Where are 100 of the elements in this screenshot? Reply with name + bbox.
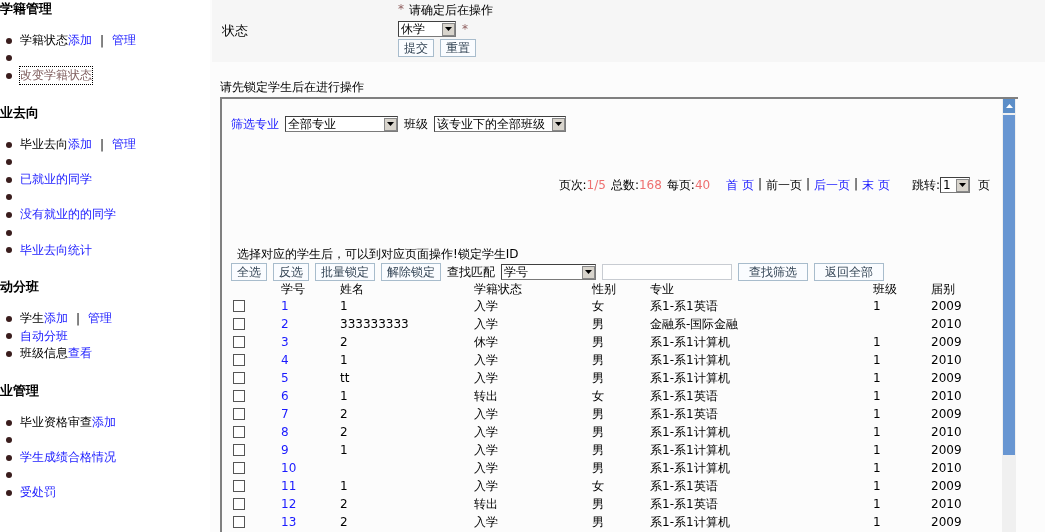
scroll-thumb[interactable] bbox=[1003, 115, 1015, 455]
menu-link[interactable]: 添加 bbox=[44, 310, 68, 328]
row-checkbox[interactable] bbox=[233, 480, 245, 492]
bullet-icon bbox=[6, 73, 12, 79]
match-dropdown[interactable]: 学号 bbox=[501, 264, 596, 280]
pager-link[interactable]: 首 页 bbox=[726, 176, 754, 194]
caret-icon bbox=[582, 265, 595, 279]
form-button[interactable]: 提交 bbox=[398, 39, 434, 57]
bullet-icon bbox=[6, 141, 12, 148]
row-checkbox[interactable] bbox=[233, 390, 245, 402]
bullet-icon bbox=[6, 350, 12, 357]
menu-link[interactable]: 管理 bbox=[112, 136, 137, 154]
table-cell: 2010 bbox=[931, 461, 962, 475]
pager-label: 页 bbox=[978, 176, 990, 194]
table-cell: 女 bbox=[592, 388, 604, 403]
menu-link[interactable]: 添加 bbox=[68, 136, 92, 154]
menu-link[interactable]: 改变学籍状态 bbox=[20, 67, 92, 85]
student-id-link[interactable]: 9 bbox=[281, 443, 289, 457]
table-cell: 入学 bbox=[474, 316, 498, 331]
filter-link[interactable]: 筛选专业 bbox=[231, 115, 279, 133]
student-id-link[interactable]: 11 bbox=[281, 479, 297, 493]
student-id-link[interactable]: 4 bbox=[281, 353, 289, 367]
bullet-icon bbox=[6, 194, 12, 201]
table-cell: 1 bbox=[873, 353, 881, 367]
table-cell: 2009 bbox=[931, 479, 962, 493]
row-checkbox[interactable] bbox=[233, 300, 245, 312]
student-id-link[interactable]: 10 bbox=[281, 461, 297, 475]
student-id-link[interactable]: 6 bbox=[281, 389, 289, 403]
column-header: 班级 bbox=[873, 281, 898, 298]
row-checkbox[interactable] bbox=[233, 498, 245, 510]
row-checkbox[interactable] bbox=[233, 516, 245, 528]
row-checkbox[interactable] bbox=[233, 426, 245, 438]
student-id-link[interactable]: 3 bbox=[281, 335, 289, 349]
search-field[interactable] bbox=[602, 264, 732, 280]
toolbar-button[interactable]: 解除锁定 bbox=[381, 263, 441, 281]
menu-link[interactable]: 受处罚 bbox=[20, 484, 56, 502]
student-id-link[interactable]: 1 bbox=[281, 299, 289, 313]
pager-link[interactable]: 后一页 bbox=[814, 176, 851, 194]
toolbar-button[interactable]: 批量锁定 bbox=[315, 263, 375, 281]
table-cell: 2010 bbox=[931, 425, 962, 439]
class-dropdown[interactable]: 该专业下的全部班级 bbox=[434, 116, 566, 132]
pager-label: 每页: bbox=[666, 176, 695, 194]
table-cell: 入学 bbox=[474, 298, 498, 313]
table-cell: 1 bbox=[873, 407, 881, 421]
menu-link[interactable]: 没有就业的的同学 bbox=[20, 206, 116, 224]
table-cell: 1 bbox=[340, 443, 348, 457]
table-cell: 入学 bbox=[474, 370, 498, 385]
student-id-link[interactable]: 12 bbox=[281, 497, 297, 511]
bullet-icon bbox=[6, 176, 12, 183]
menu-link[interactable]: 自动分班 bbox=[20, 327, 68, 345]
toolbar-button[interactable]: 返回全部 bbox=[814, 263, 884, 281]
menu-link[interactable]: 已就业的同学 bbox=[20, 171, 92, 189]
pager-text: 前一页 bbox=[766, 176, 803, 194]
toolbar-button[interactable]: 全选 bbox=[231, 263, 267, 281]
row-checkbox[interactable] bbox=[233, 408, 245, 420]
menu-link[interactable]: 学生成绩合格情况 bbox=[20, 449, 116, 467]
row-checkbox[interactable] bbox=[233, 444, 245, 456]
scrollbar[interactable] bbox=[1002, 99, 1016, 532]
menu-link[interactable]: 添加 bbox=[92, 414, 116, 431]
table-cell: 入学 bbox=[474, 442, 498, 457]
caret-icon bbox=[442, 22, 455, 36]
row-checkbox[interactable] bbox=[233, 318, 245, 330]
student-id-link[interactable]: 13 bbox=[281, 515, 297, 529]
table-cell: 2 bbox=[340, 497, 348, 511]
status-dropdown[interactable]: 休学 bbox=[398, 21, 456, 37]
student-id-link[interactable]: 8 bbox=[281, 425, 289, 439]
caret-icon bbox=[956, 178, 969, 192]
toolbar-button[interactable]: 反选 bbox=[273, 263, 309, 281]
student-id-link[interactable]: 5 bbox=[281, 371, 289, 385]
menu-link[interactable]: 添加 bbox=[68, 32, 92, 50]
menu-link[interactable]: 查看 bbox=[68, 345, 92, 363]
row-checkbox[interactable] bbox=[233, 336, 245, 348]
student-id-link[interactable]: 2 bbox=[281, 317, 289, 331]
row-checkbox[interactable] bbox=[233, 354, 245, 366]
table-cell: 2009 bbox=[931, 407, 962, 421]
table-cell: 系1-系1计算机 bbox=[650, 442, 730, 457]
table-cell: 2009 bbox=[931, 515, 962, 529]
table-cell: 女 bbox=[592, 298, 604, 313]
toolbar-button[interactable]: 查找筛选 bbox=[738, 263, 808, 281]
page-value: 1/5 bbox=[586, 178, 606, 192]
row-checkbox[interactable] bbox=[233, 372, 245, 384]
pager-link[interactable]: 末 页 bbox=[862, 176, 890, 194]
table-cell: 2009 bbox=[931, 371, 962, 385]
scroll-up-icon[interactable] bbox=[1003, 99, 1015, 113]
table-cell: 2 bbox=[340, 515, 348, 529]
major-dropdown[interactable]: 全部专业 bbox=[285, 116, 398, 132]
column-header: 专业 bbox=[650, 281, 675, 298]
student-id-link[interactable]: 7 bbox=[281, 407, 289, 421]
row-checkbox[interactable] bbox=[233, 462, 245, 474]
column-header: 届别 bbox=[931, 281, 956, 298]
table-cell: 系1-系1英语 bbox=[650, 496, 718, 511]
table-cell: 系1-系1计算机 bbox=[650, 424, 730, 439]
table-cell: 男 bbox=[592, 406, 604, 421]
page-dropdown[interactable]: 1 bbox=[940, 177, 970, 193]
menu-link[interactable]: 管理 bbox=[112, 32, 137, 50]
table-cell: 1 bbox=[873, 389, 881, 403]
menu-link[interactable]: 管理 bbox=[88, 310, 113, 328]
form-button[interactable]: 重置 bbox=[440, 39, 476, 57]
menu-link[interactable]: 毕业去向统计 bbox=[20, 241, 92, 259]
table-cell: 男 bbox=[592, 496, 604, 511]
